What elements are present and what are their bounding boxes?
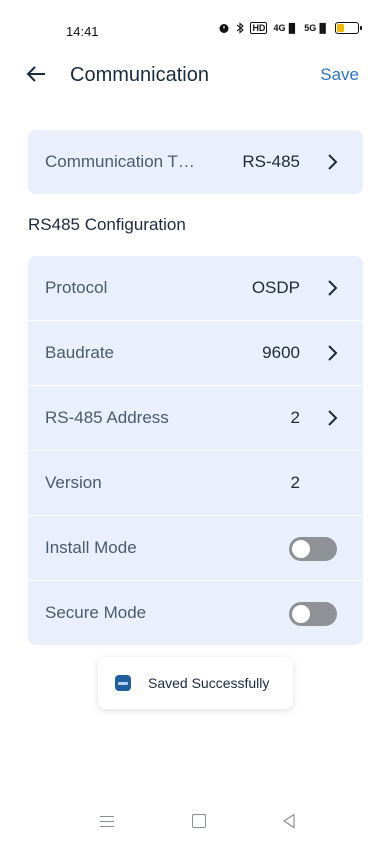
secure-mode-toggle[interactable] [289, 602, 337, 626]
toggle-knob [292, 605, 310, 623]
signal-4g-icon: 4G▐▌ [273, 23, 299, 33]
communication-type-value: RS-485 [242, 152, 300, 171]
version-row: Version 2 [28, 451, 363, 516]
secure-mode-label: Secure Mode [45, 603, 147, 622]
chevron-right-icon [328, 154, 338, 170]
nav-back-icon[interactable] [282, 813, 296, 829]
signal-5g-label: 5G [304, 23, 317, 33]
install-mode-row: Install Mode [28, 516, 363, 581]
toggle-knob [292, 540, 310, 558]
chevron-right-icon [328, 280, 338, 296]
communication-type-label: Communication T… [45, 152, 195, 171]
version-label: Version [45, 473, 102, 492]
rs485-config-card: Protocol OSDP Baudrate 9600 RS-485 Addre… [28, 256, 363, 645]
toast-notification: Saved Successfully [98, 657, 293, 709]
chevron-right-icon [328, 345, 338, 361]
hd-icon: HD [250, 22, 268, 34]
system-nav-bar [0, 805, 381, 841]
communication-type-card: Communication T… RS-485 [28, 130, 363, 194]
bluetooth-icon [237, 22, 245, 34]
version-value: 2 [290, 473, 300, 492]
rs485-address-label: RS-485 Address [45, 408, 169, 427]
rs485-address-row[interactable]: RS-485 Address 2 [28, 386, 363, 451]
alarm-icon [219, 24, 229, 33]
protocol-value: OSDP [251, 278, 300, 297]
app-bar: Communication Save [0, 56, 381, 96]
baudrate-value: 9600 [262, 343, 300, 362]
status-icons: HD 4G▐▌ 5G▐▌ [218, 22, 362, 34]
install-mode-toggle[interactable] [289, 537, 337, 561]
rs485-address-value: 2 [290, 408, 300, 427]
chevron-right-icon [328, 410, 338, 426]
app-logo-icon [115, 675, 131, 691]
secure-mode-row: Secure Mode [28, 581, 363, 645]
signal-5g-icon: 5G▐▌ [304, 23, 329, 33]
protocol-label: Protocol [45, 278, 108, 297]
page-title: Communication [70, 64, 209, 86]
toast-message: Saved Successfully [148, 675, 270, 691]
baudrate-row[interactable]: Baudrate 9600 [28, 321, 363, 386]
status-bar: 14:41 HD 4G▐▌ 5G▐▌ [0, 0, 381, 44]
signal-4g-label: 4G [273, 23, 286, 33]
protocol-row[interactable]: Protocol OSDP [28, 256, 363, 321]
save-button[interactable]: Save [320, 65, 359, 85]
baudrate-label: Baudrate [45, 343, 114, 362]
menu-icon[interactable] [100, 816, 114, 827]
communication-type-row[interactable]: Communication T… RS-485 [28, 130, 363, 194]
battery-icon [335, 22, 362, 34]
section-title: RS485 Configuration [28, 215, 186, 234]
back-arrow-icon[interactable] [24, 62, 48, 86]
install-mode-label: Install Mode [45, 538, 137, 557]
status-time: 14:41 [66, 24, 99, 39]
home-icon[interactable] [192, 814, 206, 828]
